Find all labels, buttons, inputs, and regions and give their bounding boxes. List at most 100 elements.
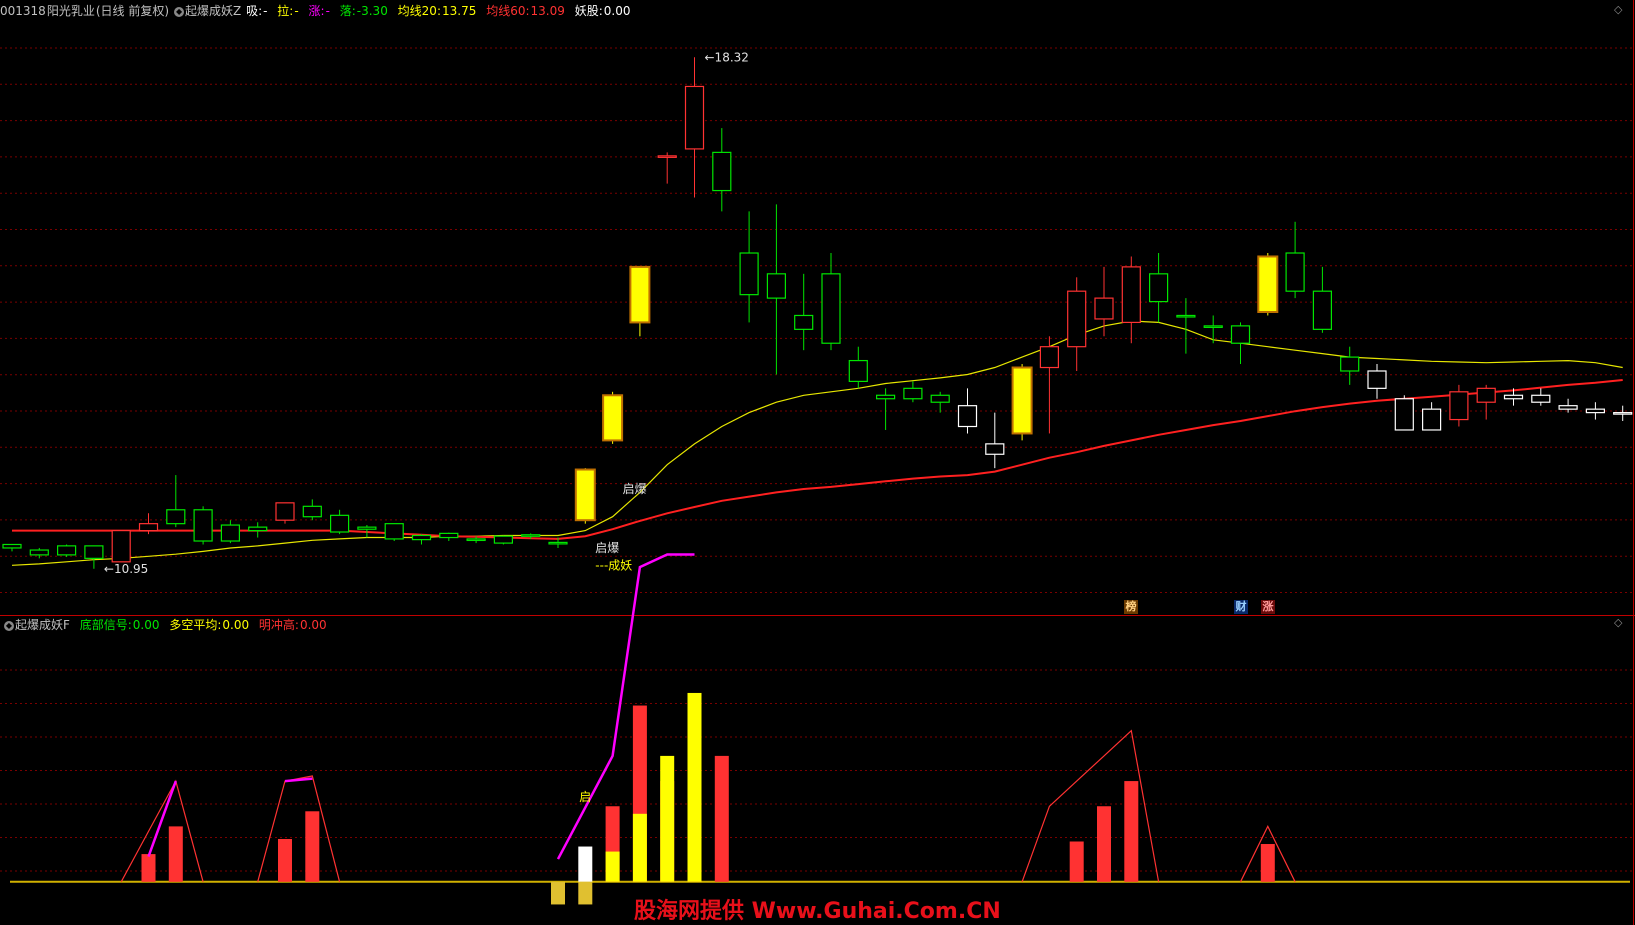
candle-body	[466, 538, 486, 542]
sub-indicator-name[interactable]: 起爆成妖F	[15, 618, 70, 632]
ma60-line	[12, 379, 1623, 540]
candle-body	[275, 502, 295, 521]
candle-body	[1394, 398, 1414, 431]
main-panel-menu-icon[interactable]: ◇	[1614, 3, 1622, 16]
candle-body	[384, 523, 404, 540]
candle-body	[2, 543, 22, 549]
candle-body	[794, 314, 814, 330]
grid-lines	[0, 0, 1635, 925]
red-bar	[168, 826, 183, 882]
la-label: 拉:	[277, 4, 294, 18]
candle-body	[1421, 408, 1442, 431]
dk-average-value: 0.00	[222, 618, 250, 632]
candle-body	[1476, 387, 1496, 403]
candle-body	[766, 273, 787, 299]
signal-candle	[1011, 366, 1033, 435]
candle-body	[302, 505, 322, 518]
candle-body	[1039, 346, 1060, 369]
ming-chonggao-value: 0.00	[299, 618, 327, 632]
candle-body	[1094, 297, 1114, 320]
white-bar	[578, 846, 593, 882]
signal-candle	[629, 265, 651, 324]
price-annotation: ---成妖	[595, 558, 632, 572]
candle-body	[1203, 325, 1223, 328]
main-panel-header: 001318阳光乳业(日线 前复权) ◆ 起爆成妖Z 吸:- 拉:- 涨:- 落:-…	[0, 1, 631, 21]
candle-body	[411, 534, 432, 541]
candle-body	[193, 509, 213, 542]
candle-body	[1340, 356, 1360, 372]
ma60-label: 均线60:	[486, 4, 530, 18]
candle-body	[1121, 266, 1141, 324]
bottom-signal-label: 底部信号:	[79, 618, 132, 632]
xi-label: 吸:	[246, 4, 263, 18]
candle-body	[848, 359, 868, 382]
yellow-bar	[632, 813, 647, 882]
red-bar	[141, 854, 156, 882]
red-bar	[1097, 806, 1111, 882]
signal-candle	[602, 394, 624, 442]
yellow-bar	[660, 755, 675, 882]
signal-candle	[574, 468, 596, 522]
period-label[interactable]: (日线 前复权)	[96, 4, 169, 18]
negative-bar	[578, 881, 593, 905]
candle-body	[1230, 325, 1251, 344]
finance-badge[interactable]: 财	[1234, 600, 1248, 614]
sub-settings-circle-icon[interactable]: ◆	[4, 620, 14, 631]
price-annotation: ←18.32	[705, 50, 749, 64]
candle-body	[1585, 408, 1606, 414]
red-bar	[1069, 841, 1084, 882]
red-bar	[714, 755, 729, 882]
candle-body	[821, 273, 841, 344]
stock-code[interactable]: 001318	[0, 4, 46, 18]
limit-up-badge[interactable]: 涨	[1261, 600, 1275, 614]
candlestick-series	[2, 57, 1633, 569]
ming-chonggao-label: 明冲高:	[258, 618, 299, 632]
candle-body	[684, 85, 705, 150]
bottom-signal-value: 0.00	[132, 618, 160, 632]
settings-circle-icon[interactable]: ◆	[174, 6, 185, 17]
magenta-line	[284, 777, 313, 783]
red-bar	[305, 811, 320, 882]
candle-body	[957, 405, 978, 428]
candle-body	[1285, 252, 1305, 292]
indicator-name[interactable]: 起爆成妖Z	[185, 4, 241, 18]
red-envelope-line	[120, 779, 204, 883]
candle-body	[1148, 273, 1169, 303]
red-bar	[278, 838, 292, 882]
red-bar	[1124, 781, 1139, 882]
candle-body	[903, 387, 923, 400]
candle-body	[111, 530, 131, 563]
xi-value: -	[263, 4, 268, 18]
candle-body	[84, 545, 104, 559]
ma20-label: 均线20:	[397, 4, 441, 18]
candle-body	[1503, 394, 1524, 400]
candle-body	[985, 443, 1005, 455]
ma60-value: 13.09	[530, 4, 565, 18]
candle-body	[493, 535, 513, 544]
yao-value: 0.00	[603, 4, 631, 18]
chart-canvas: ←18.32←10.95启爆启爆---成妖 启	[0, 0, 1635, 925]
candle-body	[548, 541, 568, 545]
candle-body	[521, 534, 541, 537]
candle-body	[1312, 290, 1333, 330]
ma20-value: 13.75	[442, 4, 477, 18]
candle-body	[248, 526, 268, 532]
rank-badge[interactable]: 榜	[1124, 600, 1138, 614]
yellow-bar	[605, 851, 620, 882]
stock-name[interactable]: 阳光乳业	[47, 4, 95, 18]
candle-body	[138, 523, 159, 532]
candle-body	[1558, 405, 1578, 410]
zhang-label: 涨:	[308, 4, 325, 18]
price-annotation: 启爆	[623, 482, 647, 496]
negative-bar	[551, 881, 565, 905]
luo-value: -3.30	[356, 4, 388, 18]
main-annotations: ←18.32←10.95启爆启爆---成妖	[104, 50, 749, 575]
sub-panel-menu-icon[interactable]: ◇	[1614, 616, 1622, 629]
sub-panel-header: ◆ 起爆成妖F 底部信号:0.00 多空平均:0.00 明冲高:0.00	[0, 615, 328, 635]
candle-body	[166, 509, 186, 525]
watermark: 股海网提供 Www.Guhai.Com.CN	[634, 899, 1001, 924]
red-envelope-line	[257, 775, 341, 882]
candle-body	[1613, 412, 1633, 415]
price-annotation: 启爆	[595, 541, 619, 555]
candle-body	[29, 549, 49, 556]
